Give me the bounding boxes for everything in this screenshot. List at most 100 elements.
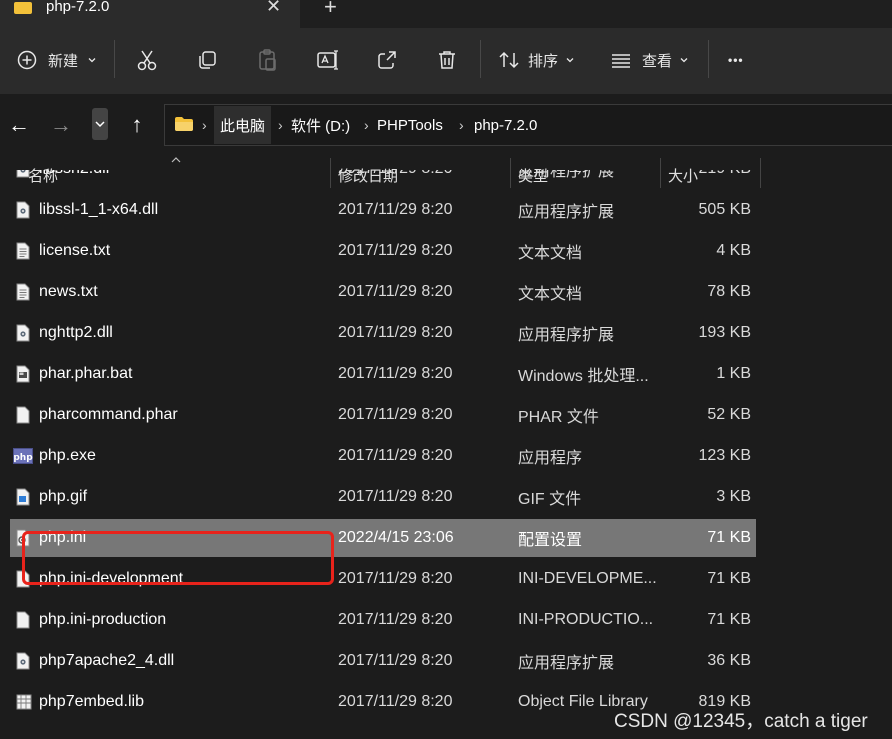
gif-file-icon [16,488,30,506]
new-button[interactable]: 新建 [16,44,98,76]
file-date: 2017/11/29 8:20 [338,447,453,464]
file-date: 2022/4/15 23:06 [338,529,454,546]
back-button[interactable]: ← [6,112,32,138]
file-type: INI-DEVELOPME... [518,570,657,587]
toolbar-divider [114,40,115,78]
file-size: 123 KB [698,447,751,464]
file-size: 505 KB [698,201,751,218]
copy-button[interactable] [196,44,218,76]
folder-icon [175,117,193,131]
file-row[interactable]: php.ini-production 2017/11/29 8:20 INI-PRO… [10,601,756,639]
file-size: 4 KB [716,242,751,259]
file-type: 文本文档 [518,245,583,262]
file-type: GIF 文件 [518,491,582,508]
file-size: 71 KB [707,570,751,587]
delete-button[interactable] [436,44,458,76]
tab-title: php-7.2.0 [46,0,110,15]
file-name: phar.phar.bat [39,365,133,382]
breadcrumb-separator: › [364,117,369,133]
file-name: license.txt [39,242,111,259]
toolbar-divider [708,40,709,78]
chevron-down-icon [88,58,96,63]
new-button-label: 新建 [48,52,79,70]
file-size: 219 KB [660,170,751,188]
file-name: php7embed.lib [39,693,144,710]
cut-button[interactable] [136,44,158,76]
up-button[interactable]: ↑ [124,112,150,138]
rename-icon [317,50,338,70]
file-list: libssh2.dll2017/11/29 8:20应用程序扩展219 KBli… [0,170,892,739]
close-icon[interactable]: ✕ [266,0,281,17]
file-row[interactable]: php php.exe 2017/11/29 8:20 应用程序 123 KB [10,437,756,475]
breadcrumb-separator: › [202,117,207,133]
file-file-icon [16,406,30,424]
file-name: libssl-1_1-x64.dll [39,201,159,218]
file-date: 2017/11/29 8:20 [338,570,453,587]
delete-icon [439,51,455,69]
chevron-down-icon [95,121,105,128]
file-size: 71 KB [707,529,751,546]
file-date: 2017/11/29 8:20 [338,242,453,259]
file-type: Windows 批处理... [518,368,649,385]
file-date: 2017/11/29 8:20 [338,611,453,628]
view-button[interactable]: 查看 [610,44,690,76]
file-type: PHAR 文件 [518,409,599,426]
file-row[interactable]: phar.phar.bat 2017/11/29 8:20 Windows 批处理.… [10,355,756,393]
file-size: 193 KB [698,324,751,341]
copy-icon [199,51,216,69]
file-size: 36 KB [707,652,751,669]
breadcrumb-this-pc[interactable]: 此电脑 [214,106,272,144]
breadcrumb-drive-d[interactable]: 软件 (D:) [291,106,350,144]
file-row[interactable]: pharcommand.phar 2017/11/29 8:20 PHAR 文件 52… [10,396,756,434]
file-name: pharcommand.phar [39,406,178,423]
file-row[interactable]: php7apache2_4.dll 2017/11/29 8:20 应用程序扩展 36… [10,642,756,680]
sort-button[interactable]: 排序 [498,44,576,76]
breadcrumb-php-7-2-0[interactable]: php-7.2.0 [474,106,537,144]
recent-locations-dropdown[interactable] [92,108,108,140]
add-circle-icon [17,50,37,70]
txt-file-icon [16,283,30,301]
forward-button[interactable]: → [48,112,74,138]
sort-ascending-icon [171,157,181,163]
tab-php-7-2-0[interactable]: php-7.2.0 ✕ [0,0,300,28]
file-row[interactable]: libssl-1_1-x64.dll 2017/11/29 8:20 应用程序扩展 5… [10,191,756,229]
breadcrumb-phptools[interactable]: PHPTools [377,106,443,144]
file-row[interactable]: license.txt 2017/11/29 8:20 文本文档 4 KB [10,232,756,270]
breadcrumb-separator: › [278,117,283,133]
folder-icon [14,2,32,14]
file-type: 应用程序扩展 [518,170,615,180]
svg-text:php: php [13,453,33,463]
share-button[interactable] [376,44,398,76]
file-date: 2017/11/29 8:20 [338,324,453,341]
file-name: php.ini-production [39,611,167,628]
file-row[interactable]: news.txt 2017/11/29 8:20 文本文档 78 KB [10,273,756,311]
lib-file-icon [16,693,32,711]
file-name: nghttp2.dll [39,324,113,341]
bat-file-icon [16,365,30,383]
dll-file-icon [16,170,30,178]
watermark-text: CSDN @12345，catch a tiger [614,711,868,732]
dll-file-icon [16,324,30,342]
rename-button[interactable] [316,44,340,76]
file-row[interactable]: libssh2.dll 2017/11/29 8:20 应用程序扩展 219 KB [10,170,756,188]
file-name: php.exe [39,447,96,464]
file-row[interactable]: nghttp2.dll 2017/11/29 8:20 应用程序扩展 193 KB [10,314,756,352]
file-size: 52 KB [707,406,751,423]
dll-file-icon [16,652,30,670]
file-date: 2017/11/29 8:20 [338,652,453,669]
file-date: 2017/11/29 8:20 [338,693,453,710]
sort-icon [499,51,519,69]
file-row[interactable]: php.gif 2017/11/29 8:20 GIF 文件 3 KB [10,478,756,516]
file-date: 2017/11/29 8:20 [338,365,453,382]
file-size: 3 KB [716,488,751,505]
new-tab-button[interactable]: + [324,0,337,20]
view-button-label: 查看 [642,52,673,70]
view-list-icon [612,54,630,68]
file-file-icon [16,611,30,629]
paste-button[interactable] [256,44,278,76]
breadcrumb-separator: › [459,117,464,133]
txt-file-icon [16,242,30,260]
file-size: 78 KB [707,283,751,300]
more-options-button[interactable]: ••• [728,44,744,76]
file-name: php.gif [39,488,88,505]
